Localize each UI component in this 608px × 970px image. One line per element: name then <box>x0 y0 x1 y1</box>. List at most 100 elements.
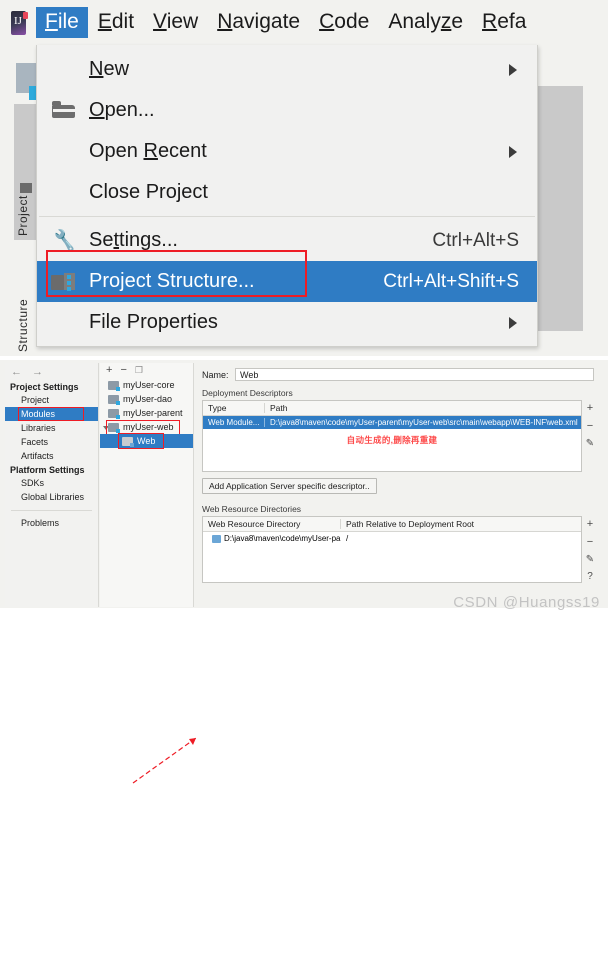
web-resource-side-buttons: + − ✎ ? <box>581 517 599 582</box>
deployment-descriptors-side-buttons: + − ✎ <box>581 401 599 449</box>
project-structure-dialog: ← → Project Settings Project Modules Lib… <box>0 360 608 784</box>
sidebar-item-facets[interactable]: Facets <box>5 435 98 449</box>
cell-type: Web Module... <box>203 418 265 427</box>
cell-path-relative: / <box>346 534 349 543</box>
sidebar-item-problems[interactable]: Problems <box>5 516 98 530</box>
edit-web-resource-icon[interactable]: ✎ <box>586 554 594 565</box>
add-application-server-descriptor-button[interactable]: Add Application Server specific descript… <box>202 478 377 494</box>
menu-item-open-recent[interactable]: Open Recent <box>37 131 537 172</box>
menu-refactor[interactable]: Refa <box>473 7 535 38</box>
web-resource-directories-table: Web Resource Directory Path Relative to … <box>202 516 594 583</box>
intellij-idea-logo-icon: IJ <box>10 10 28 35</box>
table-row[interactable]: Web Module... D:\java8\maven\code\myUser… <box>203 416 581 429</box>
project-structure-icon <box>51 271 77 293</box>
column-header-path-relative: Path Relative to Deployment Root <box>346 519 475 529</box>
add-web-resource-icon[interactable]: + <box>587 518 593 530</box>
menu-bar: IJ File Edit View Navigate Code Analyze … <box>0 0 608 45</box>
module-label: myUser-core <box>123 380 175 390</box>
name-field-row: Name: Web <box>196 363 604 381</box>
remove-descriptor-icon[interactable]: − <box>587 420 593 432</box>
nav-forward-icon[interactable]: → <box>32 366 43 378</box>
menu-item-settings[interactable]: 🔧 Settings... Ctrl+Alt+S <box>37 220 537 261</box>
menu-item-close-project[interactable]: Close Project <box>37 172 537 213</box>
module-icon <box>108 394 120 405</box>
menu-item-open-label: Open... <box>89 99 155 121</box>
module-tree-item-myuser-web[interactable]: myUser-web <box>100 420 193 435</box>
file-menu-dropdown: New Open... Open Recent Close Project 🔧 … <box>36 45 538 347</box>
help-icon[interactable]: ? <box>587 571 593 582</box>
sidebar-item-global-libraries[interactable]: Global Libraries <box>5 490 98 504</box>
module-icon <box>108 380 120 391</box>
nav-back-icon[interactable]: ← <box>11 366 22 378</box>
modules-list-panel: + − ❐ myUser-core myUser-dao myUser-pare… <box>100 363 194 607</box>
module-tree-item-web[interactable]: Web <box>100 433 193 449</box>
menu-navigate[interactable]: Navigate <box>208 7 309 38</box>
column-header-web-resource-directory: Web Resource Directory <box>203 519 341 529</box>
deployment-descriptors-table: Type Path Web Module... D:\java8\maven\c… <box>202 400 594 472</box>
menu-separator <box>39 216 535 217</box>
module-label: myUser-dao <box>123 394 173 404</box>
menu-item-new-label: New <box>89 58 130 80</box>
project-structure-sidebar: ← → Project Settings Project Modules Lib… <box>5 363 99 607</box>
editor-right-panel <box>533 86 583 331</box>
menu-item-settings-shortcut: Ctrl+Alt+S <box>432 229 519 251</box>
submenu-arrow-icon <box>509 145 517 158</box>
sidebar-item-project[interactable]: Project <box>5 393 98 407</box>
module-tree-item[interactable]: myUser-core <box>100 378 193 392</box>
copy-module-icon[interactable]: ❐ <box>135 366 143 375</box>
menu-analyze[interactable]: Analyze <box>379 7 472 38</box>
menu-item-project-structure[interactable]: Project Structure... Ctrl+Alt+Shift+S <box>37 261 537 302</box>
menu-code[interactable]: Code <box>310 7 378 38</box>
folder-icon <box>51 100 77 122</box>
sidebar-item-modules[interactable]: Modules <box>5 407 98 421</box>
app-icon-glyph: IJ <box>14 14 22 27</box>
sidebar-item-artifacts[interactable]: Artifacts <box>5 449 98 463</box>
wrench-icon: 🔧 <box>51 229 79 254</box>
table-row[interactable]: D:\java8\maven\code\myUser-parent\myUser… <box>203 532 581 545</box>
module-tree-item[interactable]: myUser-dao <box>100 392 193 406</box>
module-label: myUser-web <box>123 422 174 432</box>
remove-module-icon[interactable]: − <box>120 365 126 376</box>
add-descriptor-icon[interactable]: + <box>587 402 593 414</box>
name-field-label: Name: <box>202 369 229 380</box>
tool-window-marker <box>20 183 32 193</box>
add-module-icon[interactable]: + <box>106 365 112 376</box>
sidebar-item-sdks[interactable]: SDKs <box>5 476 98 490</box>
module-icon <box>108 422 120 433</box>
annotation-arrow <box>132 737 197 784</box>
sidebar-group-project-settings: Project Settings <box>10 382 79 392</box>
editor-tab-icon <box>16 63 43 100</box>
sidebar-item-libraries[interactable]: Libraries <box>5 421 98 435</box>
modules-toolbar: + − ❐ <box>100 363 193 378</box>
menu-item-close-project-label: Close Project <box>89 181 208 203</box>
tool-window-label-project: Project <box>16 195 30 236</box>
annotation-note-chinese: 自动生成的,删除再重建 <box>346 435 438 445</box>
edit-descriptor-icon[interactable]: ✎ <box>586 438 594 449</box>
watermark: CSDN @Huangss19 <box>453 594 600 611</box>
menu-file[interactable]: File <box>36 6 88 39</box>
menu-item-file-properties-label: File Properties <box>89 311 218 333</box>
module-tree-item[interactable]: myUser-parent <box>100 406 193 420</box>
menu-item-open-recent-label: Open Recent <box>89 140 207 162</box>
remove-web-resource-icon[interactable]: − <box>587 536 593 548</box>
sidebar-divider <box>11 510 92 511</box>
menu-item-project-structure-shortcut: Ctrl+Alt+Shift+S <box>383 270 519 292</box>
table-header: Web Resource Directory Path Relative to … <box>203 517 581 532</box>
table-header: Type Path <box>203 401 581 416</box>
menu-item-file-properties[interactable]: File Properties <box>37 302 537 343</box>
module-label: myUser-parent <box>123 408 183 418</box>
cell-web-resource-directory: D:\java8\maven\code\myUser-parent\myUser… <box>224 534 341 543</box>
name-input[interactable]: Web <box>235 368 594 381</box>
menu-edit[interactable]: Edit <box>89 7 143 38</box>
sidebar-nav: ← → <box>5 363 98 380</box>
web-facet-icon <box>122 436 134 447</box>
column-header-path: Path <box>270 403 288 413</box>
menu-item-open[interactable]: Open... <box>37 90 537 131</box>
menu-item-new[interactable]: New <box>37 49 537 90</box>
folder-icon <box>212 534 221 543</box>
submenu-arrow-icon <box>509 316 517 329</box>
module-detail-pane: Name: Web Deployment Descriptors Type Pa… <box>196 363 604 607</box>
submenu-arrow-icon <box>509 63 517 76</box>
menu-view[interactable]: View <box>144 7 207 38</box>
menu-item-settings-label: Settings... <box>89 229 178 251</box>
